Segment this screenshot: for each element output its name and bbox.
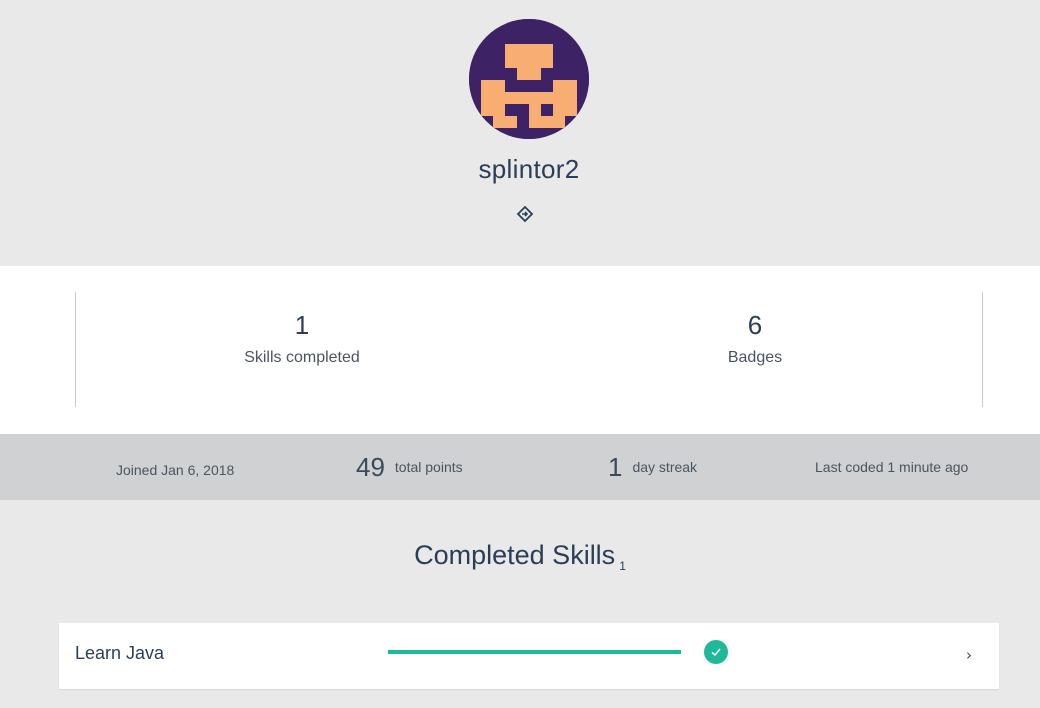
skill-card-learn-java[interactable]: Learn Java › <box>59 623 999 689</box>
day-streak: 1 day streak <box>608 434 697 500</box>
last-coded: Last coded 1 minute ago <box>815 459 969 475</box>
skill-name[interactable]: Learn Java <box>75 643 164 664</box>
repository-link-icon[interactable] <box>515 204 535 224</box>
total-points-value: 49 <box>356 451 385 482</box>
completed-skills-count: 1 <box>619 559 626 573</box>
skills-completed-count: 1 <box>294 310 310 340</box>
day-streak-label: day streak <box>632 459 698 475</box>
badges-count: 6 <box>747 310 763 340</box>
completed-skills-heading: Completed Skills 1 <box>0 540 1040 573</box>
day-streak-value: 1 <box>608 451 623 482</box>
joined-date: Joined Jan 6, 2018 <box>116 462 235 478</box>
activity-bar: Joined Jan 6, 2018 49 total points 1 day… <box>0 434 1040 500</box>
skills-completed-stat: 1 Skills completed <box>152 308 452 367</box>
profile-header: splintor2 <box>0 0 1040 266</box>
total-points-label: total points <box>394 459 463 475</box>
skill-progress-fill <box>388 650 681 654</box>
chevron-right-icon[interactable]: › <box>966 646 972 664</box>
profile-stats: 1 Skills completed 6 Badges <box>0 266 1040 434</box>
avatar <box>469 19 589 139</box>
username: splintor2 <box>478 154 580 184</box>
badges-stat: 6 Badges <box>605 308 905 367</box>
badges-label: Badges <box>727 349 783 366</box>
divider <box>982 292 983 407</box>
skill-progress-bar <box>388 650 681 654</box>
divider <box>75 292 76 407</box>
skills-completed-label: Skills completed <box>244 349 360 366</box>
total-points: 49 total points <box>356 434 463 500</box>
check-icon <box>704 640 728 664</box>
completed-skills-title: Completed Skills <box>414 540 616 570</box>
